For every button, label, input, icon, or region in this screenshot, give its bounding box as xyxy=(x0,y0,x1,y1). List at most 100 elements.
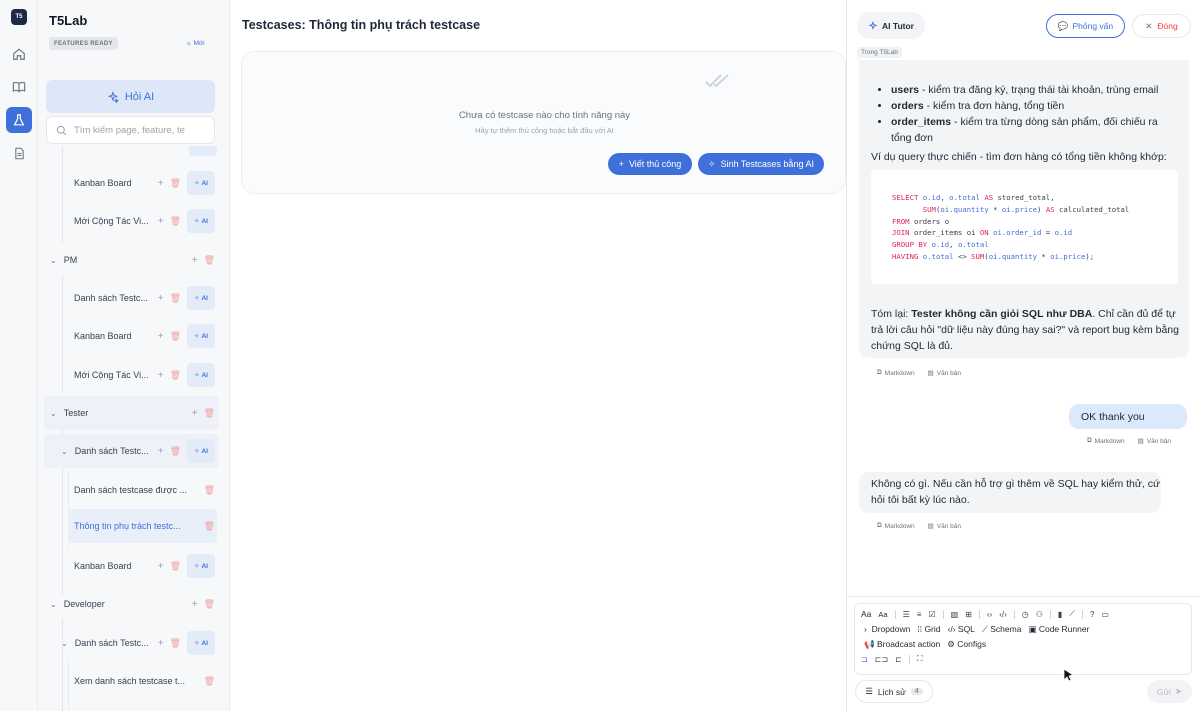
trash-icon[interactable]: 🗑 xyxy=(170,370,181,381)
font-size-button[interactable]: Aa xyxy=(861,609,871,619)
add-icon[interactable]: + xyxy=(158,370,164,381)
tree-group-developer[interactable]: ⌄ Developer + 🗑 xyxy=(44,587,219,621)
ask-ai-button[interactable]: Hỏi AI xyxy=(46,80,215,113)
sidebar: T5Lab FEATURES READY ✧ Mới Hỏi AI Tìm ki… xyxy=(38,0,230,711)
tree-item[interactable]: Xem danh sách testcase t... 🗑 xyxy=(44,664,219,698)
trash-icon[interactable]: 🗑 xyxy=(170,561,181,572)
history-button[interactable]: ☰ Lịch sử 4 xyxy=(855,680,933,703)
trash-icon[interactable]: 🗑 xyxy=(170,293,181,304)
fullscreen-icon[interactable]: ⛶ xyxy=(917,654,923,664)
ai-generate-button[interactable]: ✧ AI xyxy=(187,171,215,195)
help-icon[interactable]: ? xyxy=(1090,610,1094,619)
trash-icon[interactable]: 🗑 xyxy=(204,599,215,610)
trash-icon[interactable]: 🗑 xyxy=(170,446,181,457)
send-button[interactable]: Gửi ➤ xyxy=(1147,680,1192,703)
tree-item[interactable]: Danh sách testcase được ... 🗑 xyxy=(44,473,219,507)
copy-text-button[interactable]: ▤ Văn bản xyxy=(928,522,961,531)
home-icon[interactable] xyxy=(6,41,32,67)
trash-icon[interactable]: 🗑 xyxy=(170,638,181,649)
trash-icon[interactable]: 🗑 xyxy=(204,676,215,687)
tree-item-label: Danh sách testcase được ... xyxy=(74,485,187,495)
add-icon[interactable]: + xyxy=(158,446,164,457)
trash-icon[interactable]: 🗑 xyxy=(204,255,215,266)
font-small-button[interactable]: Aa xyxy=(878,610,887,619)
image-icon[interactable]: ▧ xyxy=(951,610,959,619)
database-icon[interactable]: ▮ xyxy=(1058,610,1062,619)
copy-markdown-button[interactable]: ⧉ Markdown xyxy=(1087,437,1125,445)
tree-item[interactable]: Danh sách Testc... + 🗑 ✧ AI xyxy=(44,281,219,315)
interview-button[interactable]: 💬 Phỏng vấn xyxy=(1046,14,1125,38)
ai-generate-button[interactable]: ✧ AI xyxy=(187,554,215,578)
ai-generate-button[interactable]: ✧ AI xyxy=(187,631,215,655)
sparkle-icon: ✧ xyxy=(194,448,200,455)
ai-generate-button[interactable]: ✧ AI xyxy=(187,324,215,348)
generate-ai-testcases-button[interactable]: ✧ Sinh Testcases bằng AI xyxy=(698,153,824,175)
tree-item[interactable]: ⌄ Danh sách Testc... + 🗑 ✧ AI xyxy=(44,434,219,468)
tree-item[interactable]: Kanban Board + 🗑 ✧ AI xyxy=(44,319,219,353)
copy-markdown-button[interactable]: ⧉ Markdown xyxy=(877,522,915,530)
broadcast-action-tool[interactable]: 📢 Broadcast action xyxy=(864,639,940,650)
chart-line-icon[interactable]: ⟋ xyxy=(1069,609,1075,619)
grid-tool[interactable]: ⁞⁞ Grid xyxy=(917,624,940,634)
window-icon[interactable]: ▭ xyxy=(1101,610,1109,619)
bullet-list-icon[interactable]: ☰ xyxy=(903,610,910,619)
new-badge[interactable]: ✧ Mới xyxy=(182,37,209,50)
layout-right-icon[interactable]: ⊏ xyxy=(895,655,902,664)
toolbar-row: ⊐ ⊏⊐ ⊏ ⛶ xyxy=(861,652,922,666)
add-icon[interactable]: + xyxy=(158,216,164,227)
code-block-icon[interactable]: ‹/› xyxy=(999,610,1007,619)
tree-item[interactable]: Kanban Board + 🗑 ✧ AI xyxy=(44,549,219,583)
sidebar-search-input[interactable]: Tìm kiếm page, feature, te xyxy=(46,116,215,144)
code-runner-tool[interactable]: ▣ Code Runner xyxy=(1028,624,1089,635)
schema-tool[interactable]: ⟋ Schema xyxy=(982,624,1022,635)
trash-icon[interactable]: 🗑 xyxy=(204,485,215,496)
ai-generate-button[interactable] xyxy=(189,146,217,156)
user-icon[interactable]: ⚇ xyxy=(1036,610,1043,619)
layout-center-icon[interactable]: ⊏⊐ xyxy=(875,655,888,664)
clock-icon[interactable]: ◷ xyxy=(1022,610,1029,619)
ai-generate-button[interactable]: ✧ AI xyxy=(187,209,215,233)
document-icon[interactable] xyxy=(6,140,32,166)
sql-tool[interactable]: ‹/› SQL xyxy=(948,624,975,634)
tree-item[interactable]: Kanban Board + 🗑 ✧ AI xyxy=(44,166,219,200)
copy-markdown-button[interactable]: ⧉ Markdown xyxy=(877,369,915,377)
trash-icon[interactable]: 🗑 xyxy=(204,521,215,532)
flask-icon[interactable] xyxy=(6,107,32,133)
write-manual-button[interactable]: + Viết thủ công xyxy=(608,153,692,175)
trash-icon[interactable]: 🗑 xyxy=(170,216,181,227)
add-icon[interactable]: + xyxy=(158,293,164,304)
add-icon[interactable]: + xyxy=(192,408,198,419)
tree-group-pm[interactable]: ⌄ PM + 🗑 xyxy=(44,243,219,277)
ai-generate-button[interactable]: ✧ AI xyxy=(187,439,215,463)
checklist-icon[interactable]: ☑ xyxy=(928,610,935,619)
ai-tutor-label: AI Tutor xyxy=(882,20,914,31)
book-icon[interactable] xyxy=(6,74,32,100)
dropdown-tool[interactable]: › Dropdown xyxy=(864,624,910,634)
numbered-list-icon[interactable]: ≡ xyxy=(917,610,922,619)
ai-generate-button[interactable]: ✧ AI xyxy=(187,363,215,387)
table-icon[interactable]: ⊞ xyxy=(965,610,972,619)
app-logo[interactable]: T5 xyxy=(11,9,27,25)
trash-icon[interactable]: 🗑 xyxy=(170,331,181,342)
copy-text-button[interactable]: ▤ Văn bản xyxy=(928,369,961,378)
tree-group-tester[interactable]: ⌄ Tester + 🗑 xyxy=(44,396,219,430)
trash-icon[interactable]: 🗑 xyxy=(170,178,181,189)
add-icon[interactable]: + xyxy=(158,561,164,572)
add-icon[interactable]: + xyxy=(192,599,198,610)
close-button[interactable]: ✕ Đóng xyxy=(1132,14,1191,38)
add-icon[interactable]: + xyxy=(192,255,198,266)
code-icon[interactable]: ‹› xyxy=(987,610,992,619)
trash-icon[interactable]: 🗑 xyxy=(204,408,215,419)
tree-item-current[interactable]: Thông tin phụ trách testc... 🗑 xyxy=(68,509,217,543)
add-icon[interactable]: + xyxy=(158,178,164,189)
tree-item[interactable]: Mới Cộng Tác Vi... + 🗑 ✧ AI xyxy=(44,204,219,238)
layout-left-icon[interactable]: ⊐ xyxy=(861,655,868,664)
ai-generate-button[interactable]: ✧ AI xyxy=(187,286,215,310)
configs-tool[interactable]: ⚙ Configs xyxy=(947,639,986,650)
tree-item[interactable]: ⌄ Danh sách Testc... + 🗑 ✧ AI xyxy=(44,626,219,660)
ai-tutor-tab[interactable]: AI Tutor xyxy=(857,12,925,39)
copy-text-button[interactable]: ▤ Văn bản xyxy=(1138,437,1171,446)
add-icon[interactable]: + xyxy=(158,638,164,649)
tree-item[interactable]: Mới Cộng Tác Vi... + 🗑 ✧ AI xyxy=(44,358,219,392)
add-icon[interactable]: + xyxy=(158,331,164,342)
